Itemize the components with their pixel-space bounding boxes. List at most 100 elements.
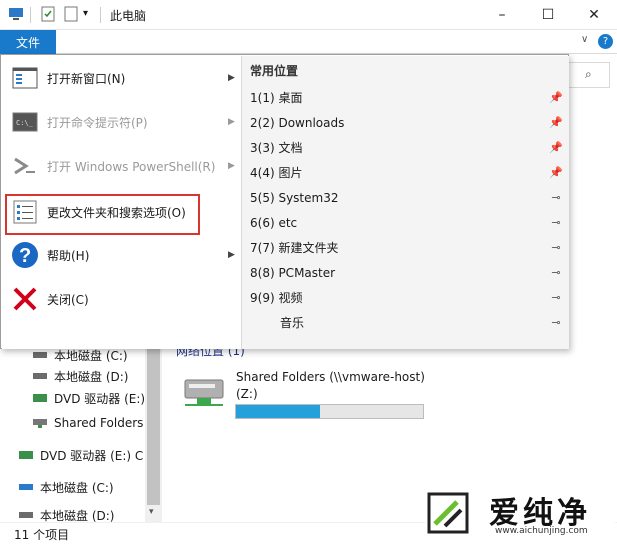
menu-item-new-window[interactable]: 打开新窗口(N) ▶ [2,56,242,100]
shared-drive-name[interactable]: Shared Folders (\\vmware-host) [236,370,425,384]
maximize-button[interactable]: ☐ [525,0,571,30]
pin-icon[interactable]: ⊸ [549,241,563,255]
svg-text:C:\_: C:\_ [16,119,34,127]
nav-item-label: 本地磁盘 (D:) [54,369,129,384]
submenu-arrow-icon: ▶ [228,250,235,260]
search-icon: ⌕ [585,67,592,81]
menu-item-label: 打开新窗口(N) [47,71,126,86]
search-box[interactable]: ⌕ [568,62,610,88]
menu-item-powershell[interactable]: 打开 Windows PowerShell(R) ▶ [2,144,242,188]
pin-icon[interactable]: ⊸ [549,216,563,230]
toolbar-divider [30,7,31,23]
window-title: 此电脑 [110,9,147,23]
pinned-icon[interactable]: 📌 [549,91,563,105]
help-icon[interactable]: ? [598,34,613,49]
nav-item-label: 本地磁盘 (D:) [40,508,115,523]
navigation-pane: 本地磁盘 (C:) 本地磁盘 (D:) DVD 驱动器 (E:) Shared … [0,345,145,522]
frequent-place-label: 1(1) 桌面 [250,91,303,105]
frequent-place-item[interactable]: 8(8) PCMaster ⊸ [242,260,569,285]
file-menu-commands: 打开新窗口(N) ▶ C:\_ 打开命令提示符(P) ▶ 打开 Windows … [2,56,242,349]
menu-item-help[interactable]: ? 帮助(H) ▶ [2,233,242,277]
nav-item-d[interactable]: 本地磁盘 (D:) [32,366,128,386]
network-drive-icon[interactable] [183,368,229,411]
menu-item-label: 打开命令提示符(P) [47,115,148,130]
frequent-place-label: 9(9) 视频 [250,291,303,305]
frequent-place-item[interactable]: 6(6) etc ⊸ [242,210,569,235]
close-button[interactable]: ✕ [571,0,617,30]
pinned-icon[interactable]: 📌 [549,141,563,155]
dvd-drive-icon [32,392,48,404]
title-bar: ▾ 此电脑 – ☐ ✕ [0,0,617,30]
submenu-arrow-icon: ▶ [228,117,235,127]
frequent-place-label: 4(4) 图片 [250,166,303,180]
svg-text:?: ? [19,245,31,267]
pin-icon[interactable]: ⊸ [549,266,563,280]
pin-icon[interactable]: ⊸ [549,291,563,305]
drive-icon [32,370,48,382]
drive-icon [32,349,48,361]
pinned-icon[interactable]: 📌 [549,116,563,130]
dvd-drive-icon [18,449,34,461]
help-icon: ? [10,240,40,270]
drive-icon [18,509,34,521]
customize-toolbar-icon[interactable]: ▾ [83,8,88,19]
nav-item-label: DVD 驱动器 (E:) C [40,448,144,463]
menu-item-close[interactable]: 关闭(C) [2,277,242,321]
new-folder-icon[interactable] [63,6,79,22]
watermark-logo [427,492,469,534]
frequent-place-label: 5(5) System32 [250,190,339,205]
frequent-place-label: 7(7) 新建文件夹 [250,241,339,255]
nav-item-label: Shared Folders [54,416,144,430]
pin-icon[interactable]: ⊸ [549,316,563,330]
frequent-places-panel: 常用位置 1(1) 桌面 📌 2(2) Downloads 📌 3(3) 文档 … [242,56,569,349]
frequent-place-label: 音乐 [280,316,305,330]
nav-item-dvd-root[interactable]: DVD 驱动器 (E:) C [18,445,143,465]
frequent-place-label: 2(2) Downloads [250,115,345,130]
drive-icon [18,481,34,493]
nav-item-d-root[interactable]: 本地磁盘 (D:) [18,508,114,522]
frequent-place-item[interactable]: 3(3) 文档 📌 [242,135,569,160]
highlight-box [5,194,200,235]
menu-item-command-prompt[interactable]: C:\_ 打开命令提示符(P) ▶ [2,100,242,144]
menu-item-label: 关闭(C) [47,292,89,307]
nav-item-label: DVD 驱动器 (E:) [54,391,146,406]
properties-icon[interactable] [40,6,56,22]
title-divider [100,7,101,23]
scrollbar-thumb[interactable] [147,347,160,505]
nav-item-shared[interactable]: Shared Folders [32,413,143,433]
frequent-place-item[interactable]: 5(5) System32 ⊸ [242,185,569,210]
menu-item-label: 打开 Windows PowerShell(R) [47,159,216,174]
frequent-place-item[interactable]: 7(7) 新建文件夹 ⊸ [242,235,569,260]
file-tab[interactable]: 文件 [0,30,56,54]
frequent-place-item[interactable]: 1(1) 桌面 📌 [242,85,569,110]
shared-drive-letter: (Z:) [236,387,258,401]
file-menu: 打开新窗口(N) ▶ C:\_ 打开命令提示符(P) ▶ 打开 Windows … [0,54,569,349]
frequent-place-item[interactable]: 音乐 ⊸ [242,310,569,335]
ribbon-tab-row: ∨ ? [0,30,617,54]
pinned-icon[interactable]: 📌 [549,166,563,180]
frequent-place-label: 3(3) 文档 [250,141,303,155]
nav-scrollbar[interactable]: ▾ [145,345,162,523]
computer-icon[interactable] [8,6,24,22]
nav-item-label: 本地磁盘 (C:) [40,480,114,495]
pin-icon[interactable]: ⊸ [549,191,563,205]
nav-item-label: 本地磁盘 (C:) [54,348,128,363]
scroll-down-icon[interactable]: ▾ [149,507,154,517]
item-count: 11 个项目 [14,528,70,542]
command-prompt-icon: C:\_ [10,107,40,137]
frequent-place-label: 6(6) etc [250,215,298,230]
group-header: 网络位置 (1) [170,348,610,358]
nav-item-dvd[interactable]: DVD 驱动器 (E:) [32,388,145,408]
new-window-icon [10,63,40,93]
frequent-place-item[interactable]: 2(2) Downloads 📌 [242,110,569,135]
nav-item-c-root[interactable]: 本地磁盘 (C:) [18,477,114,497]
frequent-place-item[interactable]: 4(4) 图片 📌 [242,160,569,185]
watermark-url: www.aichunjing.com [495,526,588,536]
drive-usage-fill [236,405,320,418]
powershell-icon [10,151,40,181]
ribbon-expand-icon[interactable]: ∨ [581,34,588,45]
drive-usage-bar [235,404,424,419]
minimize-button[interactable]: – [479,0,525,30]
frequent-place-item[interactable]: 9(9) 视频 ⊸ [242,285,569,310]
menu-item-label: 帮助(H) [47,248,90,263]
